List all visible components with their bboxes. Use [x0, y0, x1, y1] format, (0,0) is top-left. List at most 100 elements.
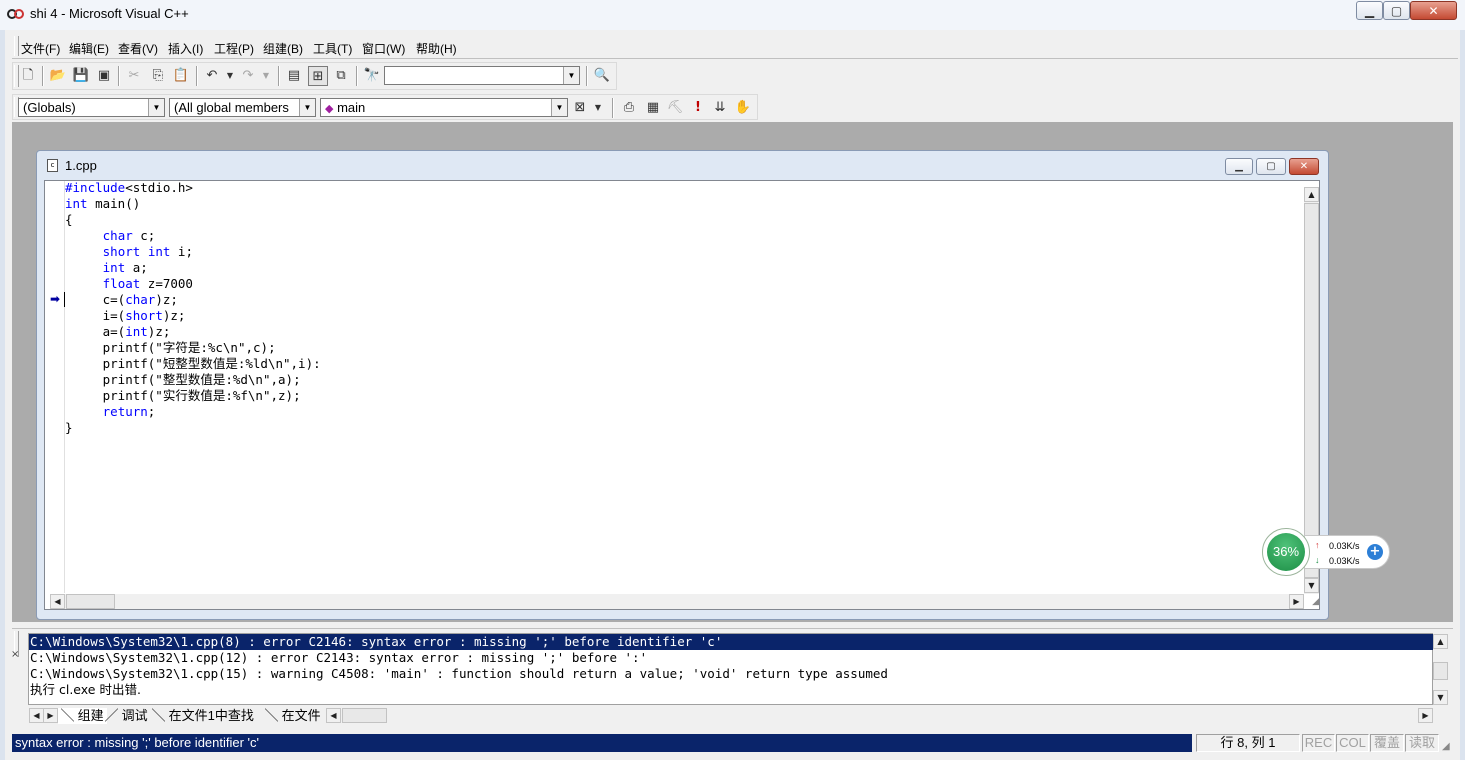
- scope-combo[interactable]: (Globals) ▼: [18, 98, 165, 117]
- paste-icon[interactable]: 📋: [171, 66, 191, 86]
- menu-window[interactable]: 窗口(W): [362, 40, 405, 57]
- menubar-grip[interactable]: [14, 36, 19, 56]
- document-maximize-button[interactable]: ▢: [1256, 158, 1286, 175]
- maximize-button[interactable]: ▢: [1383, 1, 1410, 20]
- editor-vertical-thumb[interactable]: [1304, 203, 1319, 578]
- tab-debug[interactable]: ╱ 调试: [105, 708, 148, 724]
- window-title: shi 4 - Microsoft Visual C++: [30, 6, 189, 21]
- menu-help[interactable]: 帮助(H): [416, 40, 457, 57]
- close-icon[interactable]: ×: [11, 650, 21, 660]
- go-icon[interactable]: ⇊: [710, 98, 730, 118]
- window-list-icon[interactable]: ⧉: [331, 66, 351, 86]
- scroll-down-icon[interactable]: ▼: [1433, 690, 1448, 705]
- code-line[interactable]: printf("短整型数值是:%ld\n",i):: [65, 356, 321, 372]
- scroll-up-icon[interactable]: ▲: [1304, 187, 1319, 202]
- compile-icon[interactable]: ⎙: [619, 98, 639, 118]
- menu-insert[interactable]: 插入(I): [168, 40, 203, 57]
- stop-build-icon[interactable]: ⛏: [665, 98, 685, 118]
- wizard-action-icon[interactable]: ⊠: [570, 98, 590, 118]
- editor-horizontal-thumb[interactable]: [66, 594, 115, 609]
- close-button[interactable]: ✕: [1410, 1, 1457, 20]
- menu-view[interactable]: 查看(V): [118, 40, 158, 57]
- tab-scroll-right-icon[interactable]: ▶: [43, 708, 58, 723]
- function-combo[interactable]: ◆ main ▼: [320, 98, 568, 117]
- code-line[interactable]: short int i;: [65, 244, 321, 260]
- find-in-files-icon[interactable]: 🔭: [362, 66, 382, 86]
- execute-icon[interactable]: !: [688, 98, 708, 118]
- scroll-up-icon[interactable]: ▲: [1433, 634, 1448, 649]
- save-all-icon[interactable]: ▣: [94, 66, 114, 86]
- menu-edit[interactable]: 编辑(E): [69, 40, 109, 57]
- code-line[interactable]: printf("字符是:%c\n",c);: [65, 340, 321, 356]
- scroll-right-icon[interactable]: ▶: [1418, 708, 1433, 723]
- chevron-down-icon[interactable]: ▼: [563, 67, 579, 84]
- chevron-down-icon[interactable]: ▼: [551, 99, 567, 116]
- scroll-down-icon[interactable]: ▼: [1304, 578, 1319, 593]
- menu-tools[interactable]: 工具(T): [313, 40, 352, 57]
- wizard-action-dropdown-icon[interactable]: ▼: [588, 98, 608, 118]
- output-line[interactable]: C:\Windows\System32\1.cpp(8) : error C21…: [29, 634, 1433, 650]
- code-line[interactable]: i=(short)z;: [65, 308, 321, 324]
- code-line[interactable]: a=(int)z;: [65, 324, 321, 340]
- output-line[interactable]: 执行 cl.exe 时出错.: [29, 682, 1433, 698]
- output-line[interactable]: C:\Windows\System32\1.cpp(15) : warning …: [29, 666, 1433, 682]
- menu-project[interactable]: 工程(P): [214, 40, 254, 57]
- code-line[interactable]: c=(char)z;: [65, 292, 321, 308]
- menu-file[interactable]: 文件(F): [21, 40, 60, 57]
- code-text[interactable]: #include<stdio.h> int main(){ char c; sho…: [65, 180, 321, 436]
- chevron-down-icon[interactable]: ▼: [299, 99, 315, 116]
- document-minimize-button[interactable]: ▁: [1225, 158, 1253, 175]
- code-line[interactable]: #include<stdio.h>: [65, 180, 321, 196]
- chevron-down-icon[interactable]: ▼: [148, 99, 164, 116]
- members-combo[interactable]: (All global members ▼: [169, 98, 316, 117]
- plus-icon[interactable]: +: [1367, 544, 1383, 560]
- redo-dropdown-icon[interactable]: ▼: [256, 66, 276, 86]
- output-horizontal-scrollbar[interactable]: [388, 708, 1418, 723]
- copy-icon[interactable]: ⎘: [148, 66, 168, 86]
- build-icon[interactable]: ▦: [643, 98, 663, 118]
- open-folder-icon[interactable]: 📂: [48, 66, 68, 86]
- output-horizontal-thumb[interactable]: [342, 708, 387, 723]
- save-icon[interactable]: 💾: [71, 66, 91, 86]
- search-icon[interactable]: 🔍: [592, 66, 612, 86]
- tab-find-in-files-1[interactable]: ╲ 在文件1中查找: [152, 708, 254, 724]
- code-line[interactable]: }: [65, 420, 321, 436]
- overwrite-indicator: 覆盖: [1370, 734, 1404, 752]
- breakpoint-hand-icon[interactable]: ✋: [733, 98, 753, 118]
- code-line[interactable]: printf("实行数值是:%f\n",z);: [65, 388, 321, 404]
- scroll-left-icon[interactable]: ◀: [326, 708, 341, 723]
- editor-horizontal-scrollbar[interactable]: [50, 594, 1304, 609]
- new-file-icon[interactable]: 🗋: [18, 66, 38, 86]
- memory-percent[interactable]: 36%: [1267, 533, 1305, 571]
- code-line[interactable]: float z=7000: [65, 276, 321, 292]
- title-bar[interactable]: [0, 0, 1465, 31]
- minimize-button[interactable]: ▁: [1356, 1, 1383, 20]
- code-line[interactable]: int a;: [65, 260, 321, 276]
- scroll-left-icon[interactable]: ◀: [50, 594, 65, 609]
- tab-scroll-left-icon[interactable]: ◀: [29, 708, 44, 723]
- redo-icon[interactable]: ↷: [238, 66, 258, 86]
- code-line[interactable]: char c;: [65, 228, 321, 244]
- cut-icon[interactable]: ✂: [124, 66, 144, 86]
- toolbar-separator: [118, 66, 120, 86]
- undo-dropdown-icon[interactable]: ▼: [220, 66, 240, 86]
- tab-find-in-files-2[interactable]: ╲ 在文件: [265, 708, 321, 724]
- scroll-right-icon[interactable]: ▶: [1289, 594, 1304, 609]
- undo-icon[interactable]: ↶: [202, 66, 222, 86]
- resize-grip-icon[interactable]: ◢: [1442, 741, 1450, 752]
- code-line[interactable]: return;: [65, 404, 321, 420]
- resize-grip-icon[interactable]: ◢: [1305, 596, 1319, 609]
- output-line[interactable]: C:\Windows\System32\1.cpp(12) : error C2…: [29, 650, 1433, 666]
- find-combo[interactable]: ▼: [384, 66, 580, 85]
- workspace-icon[interactable]: ▤: [284, 66, 304, 86]
- output-vertical-thumb[interactable]: [1433, 662, 1448, 680]
- code-line[interactable]: printf("整型数值是:%d\n",a);: [65, 372, 321, 388]
- code-line[interactable]: {: [65, 212, 321, 228]
- output-window-icon[interactable]: ⊞: [308, 66, 328, 86]
- tab-build[interactable]: ╲ 组建: [58, 708, 107, 724]
- col-indicator: COL: [1336, 734, 1369, 752]
- code-line[interactable]: int main(): [65, 196, 321, 212]
- editor-gutter[interactable]: [45, 181, 65, 593]
- document-close-button[interactable]: ✕: [1289, 158, 1319, 175]
- menu-build[interactable]: 组建(B): [263, 40, 303, 57]
